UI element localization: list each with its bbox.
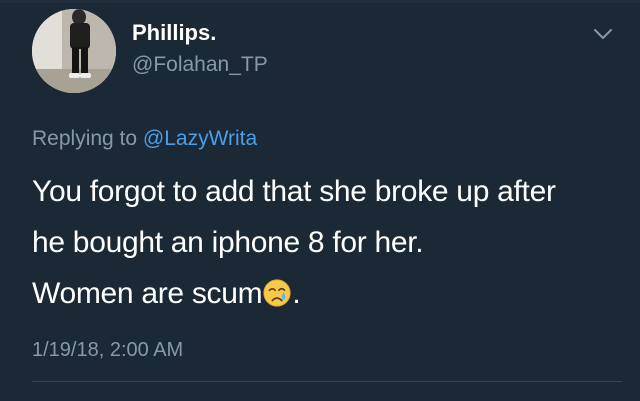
author-display-name[interactable]: Phillips. [132, 20, 216, 46]
avatar-photo [32, 9, 116, 93]
top-edge [0, 0, 640, 3]
divider [32, 381, 622, 382]
tweet-text-line: You forgot to add that she broke up afte… [32, 175, 556, 208]
tweet-text-line: he bought an iphone 8 for her. [32, 226, 424, 259]
reply-mention-link[interactable]: @LazyWrita [143, 127, 257, 150]
tweet-text-suffix: . [292, 277, 301, 310]
crying-face-icon [263, 279, 291, 307]
reply-context: Replying to @LazyWrita [32, 127, 257, 151]
tweet-text-line-content: Women are scum [32, 277, 263, 310]
author-handle[interactable]: @Folahan_TP [132, 53, 268, 77]
tweet-text: You forgot to add that she broke up afte… [32, 166, 622, 319]
reply-prefix: Replying to [32, 127, 143, 150]
avatar[interactable] [32, 9, 116, 93]
tweet-text-line: Women are scum . [32, 268, 622, 319]
chevron-down-icon[interactable] [592, 26, 614, 42]
tweet-timestamp[interactable]: 1/19/18, 2:00 AM [32, 339, 183, 362]
